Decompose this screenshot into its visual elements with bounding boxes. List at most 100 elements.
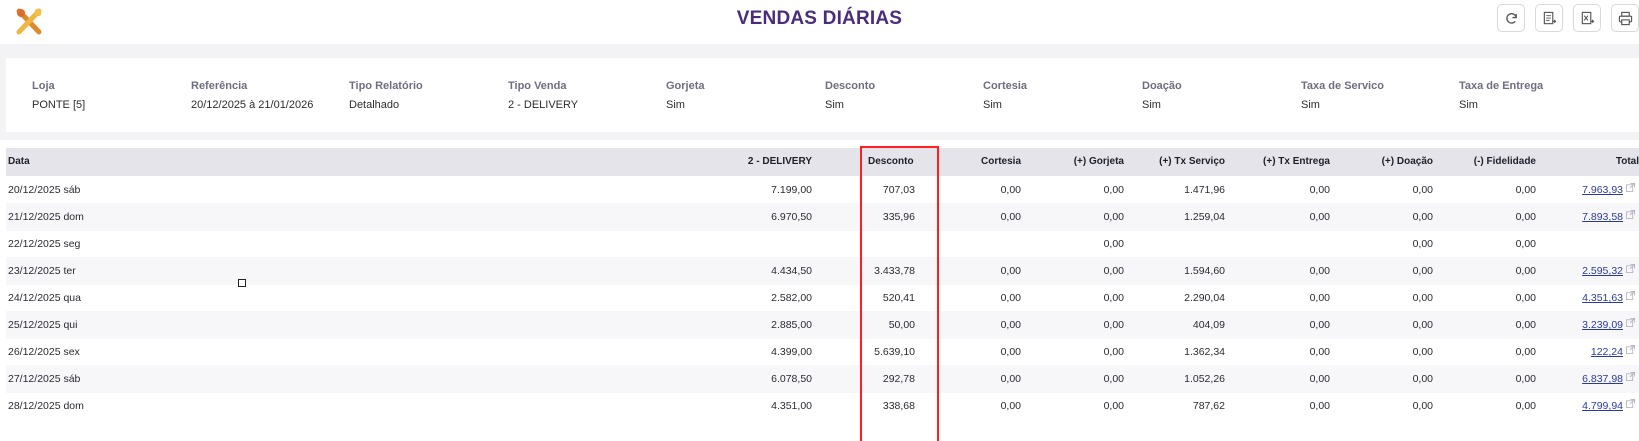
- table-row: 25/12/2025 qui 2.885,00 50,00 0,00 0,00 404,0…: [6, 311, 1639, 339]
- cell-delivery: 6.078,50: [771, 373, 812, 385]
- cell-delivery: 2.885,00: [771, 319, 812, 331]
- filter-taxa-servico: Taxa de Servico Sim: [1301, 80, 1384, 111]
- cell-cortesia: 0,00: [1000, 265, 1021, 277]
- column-header-doacao[interactable]: (+) Doação: [1382, 148, 1433, 176]
- cell-tx-servico: 1.362,34: [1184, 346, 1225, 358]
- cell-desconto: 707,03: [882, 184, 915, 196]
- cell-data: 20/12/2025 sáb: [8, 184, 81, 196]
- cell-tx-servico: 1.471,96: [1184, 184, 1225, 196]
- filter-label: Tipo Relatório: [349, 80, 423, 92]
- column-header-delivery[interactable]: 2 - DELIVERY: [748, 148, 812, 176]
- cell-total: 122,24: [1591, 338, 1635, 366]
- cell-fidelidade: 0,00: [1515, 373, 1536, 385]
- filter-desconto: Desconto Sim: [825, 80, 875, 111]
- external-link-icon[interactable]: [1626, 345, 1635, 354]
- filter-value: Sim: [1301, 99, 1320, 111]
- cell-data: 21/12/2025 dom: [8, 211, 84, 223]
- cell-tx-entrega: 0,00: [1309, 184, 1330, 196]
- filter-label: Gorjeta: [666, 80, 705, 92]
- column-header-cortesia[interactable]: Cortesia: [981, 148, 1021, 176]
- filter-value: Sim: [983, 99, 1002, 111]
- column-header-tx-entrega[interactable]: (+) Tx Entrega: [1263, 148, 1330, 176]
- total-link[interactable]: 4.351,63: [1582, 292, 1623, 304]
- cell-gorjeta: 0,00: [1103, 292, 1124, 304]
- refresh-button[interactable]: [1497, 4, 1525, 32]
- cell-data: 27/12/2025 sáb: [8, 373, 81, 385]
- external-link-icon[interactable]: [1626, 183, 1635, 192]
- external-link-icon[interactable]: [1626, 210, 1635, 219]
- external-link-icon[interactable]: [1626, 399, 1635, 408]
- filter-label: Loja: [32, 80, 55, 92]
- cell-cortesia: 0,00: [1000, 292, 1021, 304]
- printer-icon: [1618, 11, 1632, 25]
- filter-value: Sim: [666, 99, 685, 111]
- column-header-data[interactable]: Data: [8, 148, 30, 176]
- column-header-fidelidade[interactable]: (-) Fidelidade: [1474, 148, 1536, 176]
- table-row: 27/12/2025 sáb 6.078,50 292,78 0,00 0,00 1.05…: [6, 365, 1639, 393]
- cell-gorjeta: 0,00: [1103, 184, 1124, 196]
- column-header-gorjeta[interactable]: (+) Gorjeta: [1074, 148, 1124, 176]
- print-button[interactable]: [1611, 4, 1639, 32]
- total-link[interactable]: 4.799,94: [1582, 400, 1623, 412]
- table-row: 23/12/2025 ter 4.434,50 3.433,78 0,00 0,00 1.…: [6, 257, 1639, 285]
- export-excel-button[interactable]: [1573, 4, 1601, 32]
- cell-fidelidade: 0,00: [1515, 346, 1536, 358]
- filter-label: Desconto: [825, 80, 876, 92]
- column-header-desconto[interactable]: Desconto: [868, 148, 914, 176]
- cell-data: 23/12/2025 ter: [8, 265, 76, 277]
- table-row: 24/12/2025 qua 2.582,00 520,41 0,00 0,00 2.29…: [6, 284, 1639, 312]
- filter-label: Tipo Venda: [508, 80, 567, 92]
- cell-tx-entrega: 0,00: [1309, 373, 1330, 385]
- cell-total: 4.799,94: [1582, 392, 1635, 420]
- total-link[interactable]: 122,24: [1591, 346, 1623, 358]
- cell-tx-servico: 1.594,60: [1184, 265, 1225, 277]
- cell-total: 4.351,63: [1582, 284, 1635, 312]
- export-pdf-button[interactable]: [1535, 4, 1563, 32]
- external-link-icon[interactable]: [1626, 291, 1635, 300]
- total-link[interactable]: 6.837,98: [1582, 373, 1623, 385]
- table-header: Data 2 - DELIVERY Desconto Cortesia (+) …: [6, 148, 1639, 176]
- total-link[interactable]: 3.239,09: [1582, 319, 1623, 331]
- cell-gorjeta: 0,00: [1103, 238, 1124, 250]
- total-link[interactable]: 7.963,93: [1582, 184, 1623, 196]
- filter-value: PONTE [5]: [32, 99, 86, 111]
- external-link-icon[interactable]: [1626, 372, 1635, 381]
- export-pdf-icon: [1543, 11, 1556, 24]
- cell-gorjeta: 0,00: [1103, 211, 1124, 223]
- cell-tx-servico: 787,62: [1192, 400, 1225, 412]
- cell-cortesia: 0,00: [1000, 211, 1021, 223]
- column-header-total[interactable]: Total: [1616, 148, 1639, 176]
- cell-tx-entrega: 0,00: [1309, 400, 1330, 412]
- total-link[interactable]: 2.595,32: [1582, 265, 1623, 277]
- cell-fidelidade: 0,00: [1515, 184, 1536, 196]
- page-title: VENDAS DIÁRIAS: [736, 8, 903, 29]
- filter-tipo-relatorio: Tipo Relatório Detalhado: [349, 80, 423, 111]
- cell-desconto: 3.433,78: [874, 265, 915, 277]
- cell-doacao: 0,00: [1412, 211, 1433, 223]
- table-row: 20/12/2025 sáb 7.199,00 707,03 0,00 0,00 1.47…: [6, 176, 1639, 204]
- cell-delivery: 4.351,00: [771, 400, 812, 412]
- filters-panel: Loja PONTE [5] Referência 20/12/2025 à 2…: [6, 58, 1639, 132]
- cell-cortesia: 0,00: [1000, 400, 1021, 412]
- cell-desconto: 50,00: [888, 319, 915, 331]
- cursor-marker: [238, 279, 246, 287]
- filter-label: Referência: [191, 80, 248, 92]
- export-excel-icon: [1581, 11, 1594, 24]
- total-link[interactable]: 7.893,58: [1582, 211, 1623, 223]
- cell-data: 28/12/2025 dom: [8, 400, 84, 412]
- cell-tx-servico: 1.052,26: [1184, 373, 1225, 385]
- refresh-icon: [1505, 12, 1517, 24]
- filter-value: Detalhado: [349, 99, 400, 111]
- cell-doacao: 0,00: [1412, 292, 1433, 304]
- external-link-icon[interactable]: [1626, 264, 1635, 273]
- filter-value: 20/12/2025 à 21/01/2026: [191, 99, 314, 111]
- cell-delivery: 7.199,00: [771, 184, 812, 196]
- filter-label: Cortesia: [983, 80, 1028, 92]
- top-bar: VENDAS DIÁRIAS: [0, 0, 1639, 44]
- cell-tx-entrega: 0,00: [1309, 211, 1330, 223]
- external-link-icon[interactable]: [1626, 318, 1635, 327]
- column-header-tx-servico[interactable]: (+) Tx Serviço: [1159, 148, 1225, 176]
- cell-tx-entrega: 0,00: [1309, 346, 1330, 358]
- cell-gorjeta: 0,00: [1103, 400, 1124, 412]
- cell-total: 6.837,98: [1582, 365, 1635, 393]
